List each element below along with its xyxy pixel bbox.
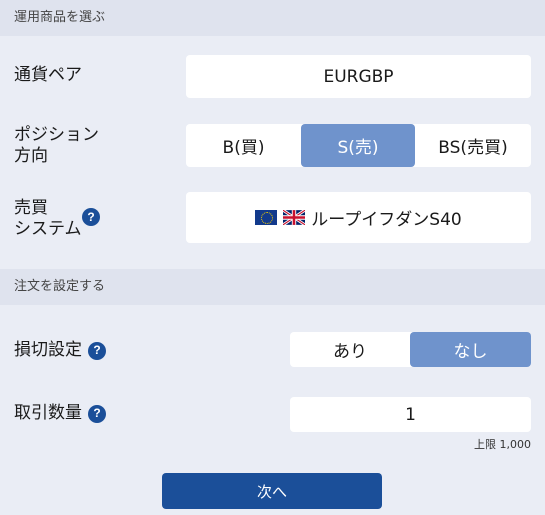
quantity-input[interactable]: 1 [290, 397, 531, 432]
direction-option-buy[interactable]: B(買) [186, 124, 301, 167]
quantity-value: 1 [405, 404, 416, 425]
trading-system-label-line2-wrap: システム [14, 219, 82, 240]
stop-loss-toggle: あり なし [290, 332, 531, 367]
section-header-select-product: 運用商品を選ぶ [0, 0, 545, 36]
position-direction-label-line1: ポジション [14, 125, 99, 145]
quantity-label-text: 取引数量 [14, 403, 82, 423]
trading-system-select[interactable]: ループイフダンS40 [186, 192, 531, 243]
quantity-limit-note: 上限 1,000 [474, 438, 531, 451]
stop-loss-label-text: 損切設定 [14, 340, 82, 360]
currency-pair-value: EURGBP [323, 66, 394, 87]
position-direction-label: ポジション 方向 [14, 125, 99, 167]
trading-system-label: 売買 システム [14, 198, 82, 240]
stop-loss-option-yes[interactable]: あり [290, 332, 410, 367]
section-header-set-order: 注文を設定する [0, 269, 545, 305]
stop-loss-option-no[interactable]: なし [410, 332, 531, 367]
direction-option-sell[interactable]: S(売) [301, 124, 415, 167]
uk-flag-icon [283, 210, 306, 225]
stop-loss-label: 損切設定 ? [14, 340, 106, 361]
position-direction-toggle: B(買) S(売) BS(売買) [186, 124, 531, 167]
currency-pair-select[interactable]: EURGBP [186, 55, 531, 98]
trading-system-help-icon[interactable]: ? [82, 208, 100, 226]
trading-system-value: ループイフダンS40 [311, 210, 462, 230]
currency-pair-label: 通貨ペア [14, 65, 82, 86]
eu-flag-icon [255, 210, 278, 225]
stop-loss-help-icon[interactable]: ? [88, 341, 106, 360]
next-button[interactable]: 次へ [162, 473, 382, 509]
trading-system-label-line1: 売買 [14, 198, 48, 218]
position-direction-label-line2: 方向 [14, 146, 48, 166]
trading-system-label-line1-wrap: 売買 [14, 198, 48, 219]
currency-pair-label-text: 通貨ペア [14, 65, 82, 85]
quantity-label: 取引数量 ? [14, 403, 106, 424]
trading-system-label-line2: システム [14, 219, 82, 239]
direction-option-buy-sell[interactable]: BS(売買) [415, 124, 531, 167]
quantity-help-icon[interactable]: ? [88, 404, 106, 423]
